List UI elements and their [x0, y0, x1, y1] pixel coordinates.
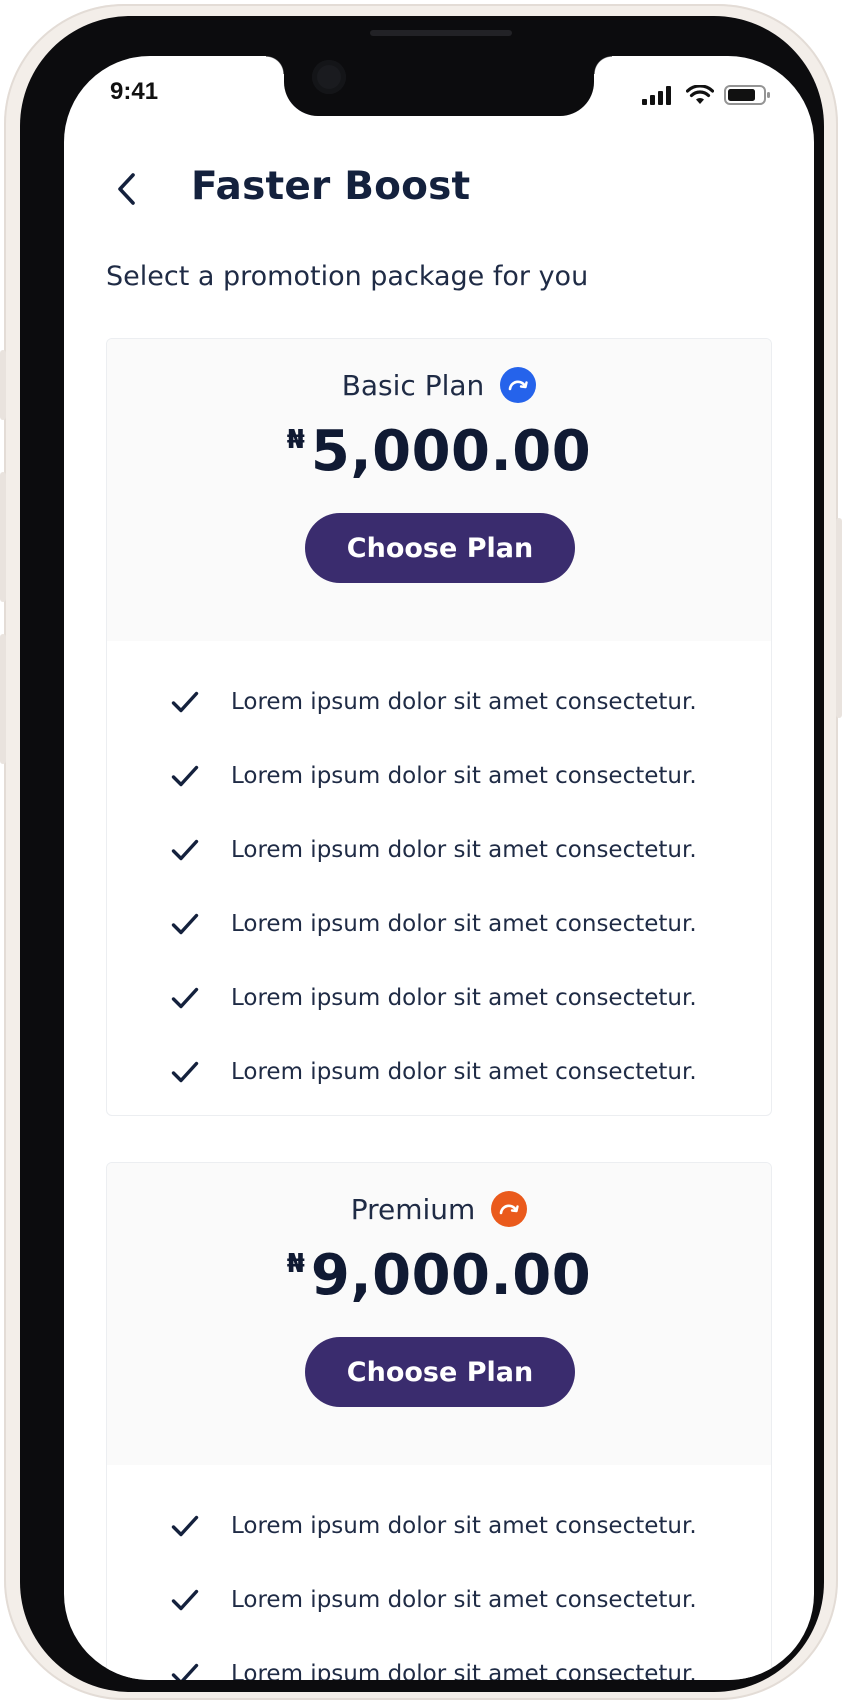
feature-text: Lorem ipsum dolor sit amet consectetur. [231, 837, 697, 863]
feature-list: Lorem ipsum dolor sit amet consectetur. … [107, 641, 771, 1115]
choose-plan-button[interactable]: Choose Plan [305, 1337, 575, 1407]
status-icons [642, 84, 772, 110]
volume-down-button [0, 634, 6, 764]
check-icon [169, 834, 201, 866]
list-item: Lorem ipsum dolor sit amet consectetur. [107, 1035, 771, 1109]
check-icon [169, 1510, 201, 1542]
price-amount: 9,000.00 [310, 1243, 592, 1308]
phone-bezel: 9:41 Faster Boost Select a promotion pac… [20, 16, 824, 1692]
currency-symbol: ₦ [286, 1249, 305, 1279]
list-item: Lorem ipsum dolor sit amet consectetur. [107, 1489, 771, 1563]
check-icon [169, 1658, 201, 1680]
feature-text: Lorem ipsum dolor sit amet consectetur. [231, 1661, 697, 1680]
plan-name-row: Basic Plan [107, 367, 771, 403]
list-item: Lorem ipsum dolor sit amet consectetur. [107, 665, 771, 739]
feature-text: Lorem ipsum dolor sit amet consectetur. [231, 985, 697, 1011]
status-time: 9:41 [110, 78, 159, 105]
boost-arrow-icon [500, 367, 537, 403]
currency-symbol: ₦ [286, 425, 305, 455]
plan-name: Basic Plan [341, 368, 485, 402]
check-icon [169, 760, 201, 792]
camera-icon [312, 60, 346, 94]
plan-price: ₦ 5,000.00 [107, 419, 771, 484]
plan-card-basic: Basic Plan ₦ 5,000.00 Choose Plan Lorem … [106, 338, 772, 1116]
feature-text: Lorem ipsum dolor sit amet consectetur. [231, 1513, 697, 1539]
feature-text: Lorem ipsum dolor sit amet consectetur. [231, 763, 697, 789]
plan-card-premium: Premium ₦ 9,000.00 Choose Plan Lorem ips… [106, 1162, 772, 1680]
check-icon [169, 908, 201, 940]
list-item: Lorem ipsum dolor sit amet consectetur. [107, 1563, 771, 1637]
feature-text: Lorem ipsum dolor sit amet consectetur. [231, 1587, 697, 1613]
list-item: Lorem ipsum dolor sit amet consectetur. [107, 739, 771, 813]
check-icon [169, 1584, 201, 1616]
mute-switch [0, 350, 6, 420]
plan-price: ₦ 9,000.00 [107, 1243, 771, 1308]
plan-name-row: Premium [107, 1191, 771, 1227]
plan-header: Basic Plan ₦ 5,000.00 Choose Plan [107, 339, 771, 641]
choose-plan-button[interactable]: Choose Plan [305, 513, 575, 583]
chevron-left-icon [115, 172, 137, 210]
notch [266, 56, 612, 116]
list-item: Lorem ipsum dolor sit amet consectetur. [107, 887, 771, 961]
check-icon [169, 686, 201, 718]
check-icon [169, 982, 201, 1014]
feature-text: Lorem ipsum dolor sit amet consectetur. [231, 689, 697, 715]
check-icon [169, 1056, 201, 1088]
app-screen: 9:41 Faster Boost Select a promotion pac… [64, 56, 814, 1680]
feature-text: Lorem ipsum dolor sit amet consectetur. [231, 911, 697, 937]
phone-frame: 9:41 Faster Boost Select a promotion pac… [0, 4, 842, 1700]
list-item: Lorem ipsum dolor sit amet consectetur. [107, 813, 771, 887]
boost-arrow-icon [491, 1191, 528, 1227]
feature-text: Lorem ipsum dolor sit amet consectetur. [231, 1059, 697, 1085]
plan-name: Premium [350, 1192, 476, 1226]
feature-list: Lorem ipsum dolor sit amet consectetur. … [107, 1465, 771, 1680]
battery-icon [724, 84, 772, 110]
speaker-grille [370, 30, 512, 36]
wifi-icon [685, 84, 715, 109]
signal-icon [642, 85, 676, 109]
volume-up-button [0, 472, 6, 602]
plan-header: Premium ₦ 9,000.00 Choose Plan [107, 1163, 771, 1465]
price-amount: 5,000.00 [310, 419, 592, 484]
power-button [836, 518, 842, 718]
page-title: Faster Boost [191, 164, 471, 209]
page-subtitle: Select a promotion package for you [106, 261, 589, 292]
back-button[interactable] [108, 168, 144, 214]
list-item: Lorem ipsum dolor sit amet consectetur. [107, 1637, 771, 1680]
list-item: Lorem ipsum dolor sit amet consectetur. [107, 961, 771, 1035]
